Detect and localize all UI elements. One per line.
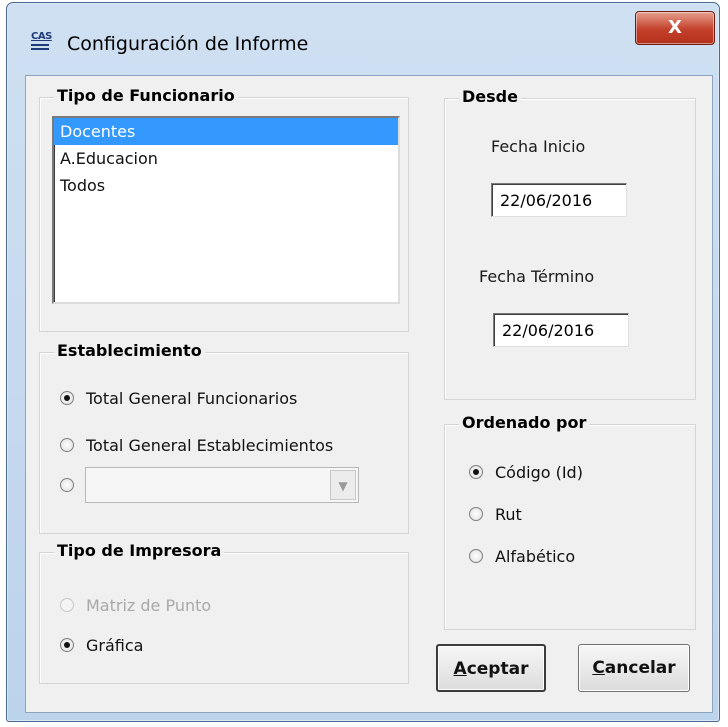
radio-label: Total General Establecimientos xyxy=(86,435,334,455)
radio-label: Rut xyxy=(495,504,522,524)
button-bar: Aceptar Cancelar xyxy=(436,644,706,692)
radio-grafica[interactable]: Gráfica xyxy=(60,633,143,657)
radio-button xyxy=(60,598,74,612)
radio-button[interactable] xyxy=(60,638,74,652)
close-button[interactable]: X xyxy=(635,11,715,45)
aceptar-button[interactable]: Aceptar xyxy=(436,644,546,692)
aceptar-mnemonic: A xyxy=(453,659,467,679)
desde-legend: Desde xyxy=(459,87,521,106)
fecha-termino-input[interactable]: 22/06/2016 xyxy=(493,313,629,347)
title-bar[interactable]: CAS Configuración de Informe X xyxy=(7,3,719,77)
radio-button[interactable] xyxy=(60,438,74,452)
fecha-inicio-input[interactable]: 22/06/2016 xyxy=(491,183,627,217)
desde-group: Desde Fecha Inicio 22/06/2016 Fecha Térm… xyxy=(444,87,696,400)
list-item-aeducacion[interactable]: A.Educacion xyxy=(54,145,398,172)
radio-matriz-de-punto: Matriz de Punto xyxy=(60,593,211,617)
radio-total-funcionarios[interactable]: Total General Funcionarios xyxy=(60,386,297,410)
radio-button[interactable] xyxy=(60,478,74,492)
app-icon-text: CAS xyxy=(31,31,52,42)
window-title: Configuración de Informe xyxy=(67,33,309,55)
tipo-impresora-legend: Tipo de Impresora xyxy=(54,541,225,560)
establecimiento-combobox[interactable]: ▼ xyxy=(85,467,359,503)
cancelar-mnemonic: C xyxy=(592,658,605,678)
tipo-funcionario-legend: Tipo de Funcionario xyxy=(54,86,238,105)
app-icon: CAS xyxy=(31,32,53,54)
establecimiento-combo-wrap: ▼ xyxy=(85,467,359,503)
close-icon: X xyxy=(668,17,682,38)
cancelar-button[interactable]: Cancelar xyxy=(578,644,690,692)
aceptar-label: ceptar xyxy=(466,659,529,679)
establecimiento-legend: Establecimiento xyxy=(54,341,205,360)
radio-label: Alfabético xyxy=(495,546,576,566)
radio-button[interactable] xyxy=(469,507,483,521)
radio-button[interactable] xyxy=(60,391,74,405)
establecimiento-group: Establecimiento Total General Funcionari… xyxy=(39,341,409,534)
radio-codigo-id[interactable]: Código (Id) xyxy=(469,460,583,484)
tipo-impresora-group: Tipo de Impresora Matriz de Punto Gráfic… xyxy=(39,541,409,684)
tipo-funcionario-group: Tipo de Funcionario Docentes A.Educacion… xyxy=(39,86,409,332)
tipo-funcionario-listbox[interactable]: Docentes A.Educacion Todos xyxy=(52,116,400,304)
radio-alfabetico[interactable]: Alfabético xyxy=(469,544,575,568)
list-item-docentes[interactable]: Docentes xyxy=(54,118,398,145)
radio-label: Código (Id) xyxy=(495,462,583,482)
cancelar-label: ancelar xyxy=(604,658,676,678)
radio-total-establecimientos[interactable]: Total General Establecimientos xyxy=(60,433,333,457)
dialog-client-area: Tipo de Funcionario Docentes A.Educacion… xyxy=(25,75,713,713)
radio-rut[interactable]: Rut xyxy=(469,502,522,526)
ordenado-por-group: Ordenado por Código (Id) Rut Alfabético xyxy=(444,413,696,630)
radio-button[interactable] xyxy=(469,549,483,563)
chevron-down-icon[interactable]: ▼ xyxy=(330,470,356,500)
radio-label: Matriz de Punto xyxy=(86,595,212,615)
dialog-window: CAS Configuración de Informe X Tipo de F… xyxy=(6,2,720,722)
fecha-inicio-label: Fecha Inicio xyxy=(491,137,586,156)
radio-button[interactable] xyxy=(469,465,483,479)
fecha-termino-label: Fecha Término xyxy=(479,267,595,286)
ordenado-por-legend: Ordenado por xyxy=(459,413,590,432)
list-item-todos[interactable]: Todos xyxy=(54,172,398,199)
radio-label: Total General Funcionarios xyxy=(86,388,298,408)
radio-establecimiento-select[interactable] xyxy=(60,473,86,497)
radio-label: Gráfica xyxy=(86,635,144,655)
